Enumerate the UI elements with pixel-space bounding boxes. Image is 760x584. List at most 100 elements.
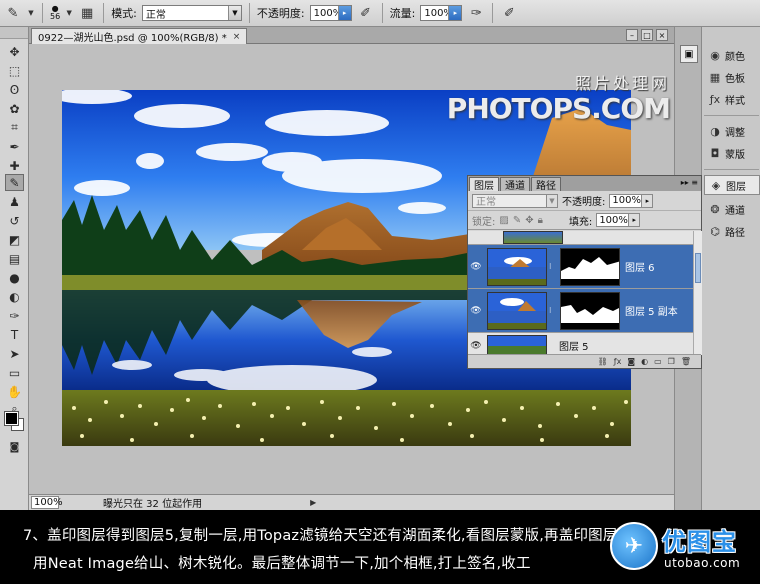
layer-thumbnail — [503, 231, 563, 244]
dock-item-paths[interactable]: ⌬ 路径 — [704, 221, 760, 241]
layer-opacity-label: 不透明度: — [562, 197, 606, 208]
layers-scrollbar[interactable] — [693, 231, 702, 355]
chevron-down-icon: ▼ — [546, 194, 557, 207]
layer-row[interactable]: 👁︎ ⁝ 图层 6 — [468, 245, 693, 289]
blend-row: 正常 ▼ 不透明度: 100% ▸ — [468, 191, 701, 211]
pen-tool-icon[interactable]: ✑ — [5, 307, 24, 324]
chevron-down-icon[interactable]: ▼ — [27, 4, 35, 22]
eraser-tool-icon[interactable]: ◩ — [5, 231, 24, 248]
gradient-tool-icon[interactable]: ▤ — [5, 250, 24, 267]
crop-tool-icon[interactable]: ⌗ — [5, 119, 24, 136]
quick-mask-icon[interactable]: ◙ — [5, 439, 24, 456]
navigator-icon[interactable]: ▣ — [680, 45, 698, 63]
delete-layer-icon[interactable]: 🗑︎ — [681, 357, 691, 366]
blur-tool-icon[interactable]: ● — [5, 269, 24, 286]
layer-row[interactable]: 👁︎ ⁝ 图层 5 副本 — [468, 289, 693, 333]
marquee-tool-icon[interactable]: ⬚ — [5, 62, 24, 79]
airbrush-icon[interactable]: ✑ — [467, 4, 485, 22]
status-bar: 100% 曝光只在 32 位起作用 ▶ — [29, 494, 674, 510]
tab-channels[interactable]: 通道 — [500, 177, 530, 192]
layer-opacity-input[interactable]: 100% ▸ — [609, 193, 654, 208]
dock-item-layers[interactable]: ◈ 图层 — [704, 175, 760, 195]
layer-row[interactable]: 👁︎ 图层 5 — [468, 333, 693, 355]
brush-size-picker[interactable]: ● 56 — [50, 5, 60, 21]
layer-mask-thumbnail[interactable] — [560, 247, 620, 286]
add-mask-icon[interactable]: ◙ — [627, 357, 635, 366]
document-tab[interactable]: 0922—湖光山色.psd @ 100%(RGB/8) * × — [31, 28, 248, 44]
logo-cn: 优图宝 — [662, 528, 737, 556]
logo-en: utobao.com — [664, 556, 741, 570]
visibility-eye-icon[interactable]: 👁︎ — [468, 306, 484, 316]
lock-transparent-icon[interactable]: ▨ — [499, 215, 508, 226]
adjustments-icon: ◑ — [710, 124, 720, 138]
chevron-right-icon: ▸ — [448, 6, 462, 20]
visibility-eye-icon[interactable]: 👁︎ — [468, 262, 484, 272]
new-layer-icon[interactable]: ❐ — [668, 357, 675, 366]
chevron-right-icon: ▸ — [628, 214, 640, 226]
blend-mode-select[interactable]: 正常 ▼ — [472, 193, 558, 208]
status-menu-arrow-icon[interactable]: ▶ — [310, 498, 316, 507]
caption-line-1: 7、盖印图层得到图层5,复制一层,用Topaz滤镜给天空还有湖面柔化,看图层蒙版… — [23, 528, 618, 544]
dock-item-channels[interactable]: ❂ 通道 — [704, 199, 760, 219]
zoom-level-input[interactable]: 100% — [31, 496, 63, 509]
layer-mask-thumbnail[interactable] — [560, 291, 620, 330]
move-tool-icon[interactable]: ✥ — [5, 43, 24, 60]
tab-paths[interactable]: 路径 — [531, 177, 561, 192]
paths-icon: ⌬ — [710, 224, 720, 238]
eyedropper-tool-icon[interactable]: ✒ — [5, 138, 24, 155]
lasso-tool-icon[interactable]: ʘ — [5, 81, 24, 98]
maximize-icon[interactable]: □ — [641, 29, 653, 41]
chevron-down-icon[interactable]: ▼ — [65, 4, 73, 22]
minimize-icon[interactable]: – — [626, 29, 638, 41]
dock-item-swatches[interactable]: ▦ 色板 — [704, 67, 760, 87]
brush-tool-icon[interactable]: ✎ — [5, 174, 24, 191]
panel-menu-icon[interactable]: ▸▸ ≡ — [681, 178, 698, 187]
swatches-icon: ▦ — [709, 70, 721, 84]
mode-label: 模式: — [111, 7, 137, 20]
dock-item-styles[interactable]: ƒx 样式 — [704, 89, 760, 109]
layer-thumbnail — [487, 334, 547, 355]
hand-tool-icon[interactable]: ✋ — [5, 383, 24, 400]
tablet-pressure-opacity-icon[interactable]: ✐ — [357, 4, 375, 22]
layer-row[interactable] — [468, 231, 693, 245]
history-brush-tool-icon[interactable]: ↺ — [5, 212, 24, 229]
caption-line-2: 用Neat Image给山、树木锐化。最后整体调节一下,加个相框,打上签名,收工 — [33, 556, 531, 572]
close-icon[interactable]: × — [656, 29, 668, 41]
layer-thumbnail — [487, 291, 547, 330]
foreground-color-swatch[interactable] — [5, 412, 18, 425]
fill-input[interactable]: 100% ▸ — [596, 213, 641, 227]
layers-panel-footer: ⛓ ƒx ◙ ◐ ▭ ❐ 🗑︎ — [468, 354, 701, 368]
lock-pixels-icon[interactable]: ✎ — [513, 215, 521, 226]
scrollbar-thumb[interactable] — [695, 253, 701, 283]
lock-position-icon[interactable]: ✥ — [525, 215, 533, 226]
close-icon[interactable]: × — [233, 32, 241, 42]
shape-tool-icon[interactable]: ▭ — [5, 364, 24, 381]
quick-selection-tool-icon[interactable]: ✿ — [5, 100, 24, 117]
dock-item-color[interactable]: ◉ 颜色 — [704, 45, 760, 65]
mode-select[interactable]: 正常 ▼ — [141, 5, 242, 21]
visibility-eye-icon[interactable]: 👁︎ — [468, 341, 484, 351]
link-chain-icon: ⁝ — [549, 306, 552, 315]
flow-input[interactable]: 100% ▸ — [420, 5, 463, 21]
lock-all-icon[interactable]: 🔒︎ — [538, 215, 543, 226]
lock-row: 锁定: ▨ ✎ ✥ 🔒︎ 填充: 100% ▸ — [468, 211, 701, 230]
path-selection-tool-icon[interactable]: ➤ — [5, 345, 24, 362]
tablet-pressure-size-icon[interactable]: ✐ — [500, 4, 518, 22]
chevron-right-icon: ▸ — [641, 194, 653, 207]
new-group-icon[interactable]: ▭ — [654, 357, 662, 366]
dock-item-masks[interactable]: ◘ 蒙版 — [704, 143, 760, 163]
brush-panel-toggle-icon[interactable]: ▦ — [78, 4, 96, 22]
dodge-tool-icon[interactable]: ◐ — [5, 288, 24, 305]
adjustment-layer-icon[interactable]: ◐ — [641, 357, 648, 366]
link-layers-icon[interactable]: ⛓ — [598, 357, 608, 366]
healing-brush-tool-icon[interactable]: ✚ — [5, 157, 24, 174]
clone-stamp-tool-icon[interactable]: ♟ — [5, 193, 24, 210]
tab-layers[interactable]: 图层 — [469, 177, 499, 192]
tools-grip[interactable] — [0, 27, 28, 39]
dock-item-adjustments[interactable]: ◑ 调整 — [704, 121, 760, 141]
brush-tool-preset-icon[interactable]: ✎ — [4, 4, 22, 22]
layer-style-icon[interactable]: ƒx — [614, 357, 622, 366]
type-tool-icon[interactable]: T — [5, 326, 24, 343]
layers-panel: 图层 通道 路径 ▸▸ ≡ 正常 ▼ 不透明度: 100% ▸ 锁定: ▨ ✎ … — [467, 175, 702, 369]
opacity-input[interactable]: 100% ▸ — [309, 5, 352, 21]
